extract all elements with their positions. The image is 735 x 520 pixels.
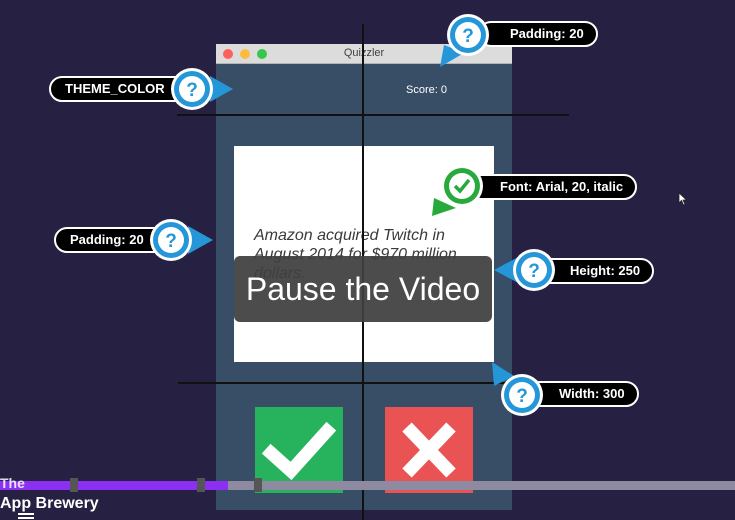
- svg-text:?: ?: [186, 80, 198, 101]
- question-mark-icon: ?: [494, 246, 555, 291]
- top-guide-line: [177, 114, 569, 116]
- check-badge-icon: [430, 162, 483, 216]
- progress-handle[interactable]: [254, 478, 262, 492]
- menu-icon[interactable]: [18, 513, 34, 520]
- question-mark-icon: ?: [490, 362, 543, 416]
- video-progress-fill: [0, 481, 228, 490]
- svg-text:?: ?: [528, 261, 540, 282]
- pause-video-overlay[interactable]: Pause the Video: [234, 256, 492, 322]
- mouse-cursor-icon: [678, 192, 688, 211]
- question-mark-icon: ?: [438, 11, 489, 67]
- score-label: Score: 0: [406, 84, 447, 96]
- question-mark-icon: ?: [148, 216, 213, 261]
- bottom-guide-line: [178, 382, 536, 384]
- brand-logo: App Brewery: [0, 495, 99, 512]
- question-mark-icon: ?: [170, 66, 233, 110]
- svg-text:?: ?: [165, 231, 177, 252]
- svg-text:?: ?: [462, 26, 474, 47]
- svg-text:?: ?: [516, 386, 528, 407]
- padding-top-callout: Padding: 20: [478, 21, 598, 47]
- font-callout: Font: Arial, 20, italic: [468, 174, 638, 200]
- chapter-marker: [70, 478, 78, 492]
- brand-line-1: The: [0, 475, 25, 491]
- chapter-marker: [197, 478, 205, 492]
